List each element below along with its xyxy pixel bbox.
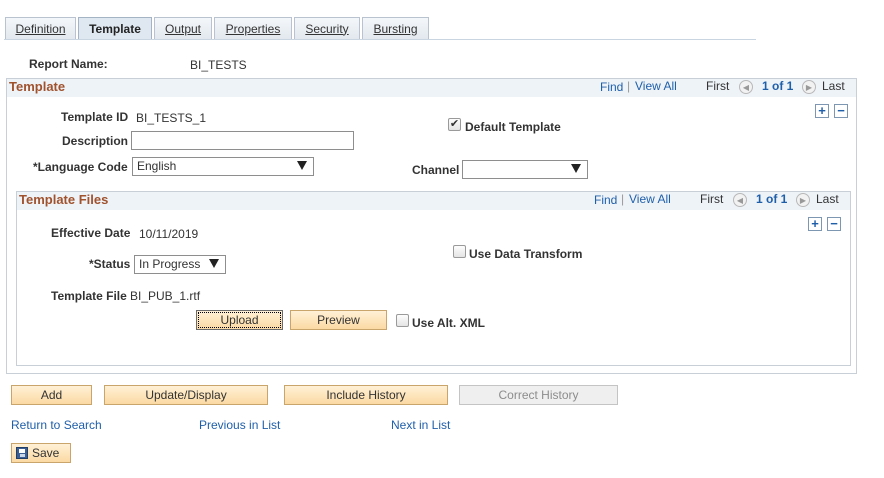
template-group-title: Template — [9, 79, 66, 94]
description-field[interactable] — [131, 131, 354, 150]
save-label: Save — [32, 446, 60, 460]
tab-template[interactable]: Template — [78, 17, 152, 39]
tab-definition[interactable]: Definition — [5, 17, 76, 39]
template-id-value: BI_TESTS_1 — [136, 111, 207, 125]
prev-arrow-icon[interactable]: ◀ — [739, 80, 753, 94]
status-select[interactable]: In Progress — [134, 255, 226, 274]
status-value: In Progress — [139, 257, 201, 271]
next-arrow-icon[interactable]: ▶ — [802, 80, 816, 94]
files-row-count: 1 of 1 — [756, 192, 788, 206]
tab-output[interactable]: Output — [154, 17, 212, 39]
add-button[interactable]: Add — [11, 385, 92, 405]
preview-button[interactable]: Preview — [290, 310, 387, 330]
floppy-disk-icon — [16, 447, 28, 459]
template-last-label: Last — [822, 79, 845, 93]
report-name-label: Report Name: — [29, 57, 108, 71]
default-template-checkbox[interactable]: ✔ — [448, 118, 461, 131]
use-data-transform-checkbox[interactable] — [453, 245, 466, 258]
files-last-label: Last — [816, 192, 839, 206]
template-row-count: 1 of 1 — [762, 79, 794, 93]
tab-divider — [4, 39, 756, 40]
return-to-search-link[interactable]: Return to Search — [11, 418, 102, 432]
use-alt-xml-checkbox[interactable] — [396, 314, 409, 327]
update-display-button[interactable]: Update/Display — [104, 385, 268, 405]
nav-separator: | — [621, 192, 625, 206]
use-alt-xml-label: Use Alt. XML — [412, 316, 485, 330]
tab-security[interactable]: Security — [294, 17, 360, 39]
tab-bursting[interactable]: Bursting — [362, 17, 429, 39]
nav-separator: | — [627, 79, 631, 93]
chevron-down-icon — [571, 164, 581, 173]
effective-date-label: Effective Date — [51, 226, 131, 240]
effective-date-value: 10/11/2019 — [139, 227, 199, 241]
next-in-list-link[interactable]: Next in List — [391, 418, 450, 432]
plus-icon[interactable]: + — [815, 104, 829, 118]
chevron-down-icon — [209, 259, 219, 268]
use-data-transform-label: Use Data Transform — [469, 247, 583, 261]
status-label: *Status — [89, 257, 131, 271]
minus-icon[interactable]: − — [834, 104, 848, 118]
default-template-label: Default Template — [465, 120, 561, 134]
description-label: Description — [62, 134, 129, 148]
prev-arrow-icon[interactable]: ◀ — [733, 193, 747, 207]
upload-button[interactable]: Upload — [196, 310, 283, 330]
template-first-label: First — [706, 79, 730, 93]
channel-label: Channel — [412, 163, 460, 177]
language-code-select[interactable]: English — [132, 157, 314, 176]
template-id-label: Template ID — [61, 110, 129, 124]
template-file-label: Template File — [51, 289, 127, 303]
template-files-title: Template Files — [19, 192, 109, 207]
chevron-down-icon — [297, 161, 307, 170]
include-history-button[interactable]: Include History — [284, 385, 448, 405]
template-file-value: BI_PUB_1.rtf — [130, 289, 201, 303]
channel-select[interactable] — [462, 160, 588, 179]
save-button[interactable]: Save — [11, 443, 71, 463]
template-view-all-link[interactable]: View All — [635, 79, 677, 93]
template-find-link[interactable]: Find — [600, 80, 623, 94]
plus-icon[interactable]: + — [808, 217, 822, 231]
tab-properties[interactable]: Properties — [214, 17, 292, 39]
minus-icon[interactable]: − — [827, 217, 841, 231]
report-name-value: BI_TESTS — [190, 58, 247, 72]
next-arrow-icon[interactable]: ▶ — [796, 193, 810, 207]
template-files-group — [16, 191, 851, 366]
template-files-header — [17, 192, 850, 210]
files-view-all-link[interactable]: View All — [629, 192, 671, 206]
language-code-value: English — [137, 159, 177, 173]
language-code-label: *Language Code — [33, 160, 128, 174]
files-first-label: First — [700, 192, 724, 206]
files-find-link[interactable]: Find — [594, 193, 617, 207]
previous-in-list-link[interactable]: Previous in List — [199, 418, 280, 432]
correct-history-button: Correct History — [459, 385, 618, 405]
